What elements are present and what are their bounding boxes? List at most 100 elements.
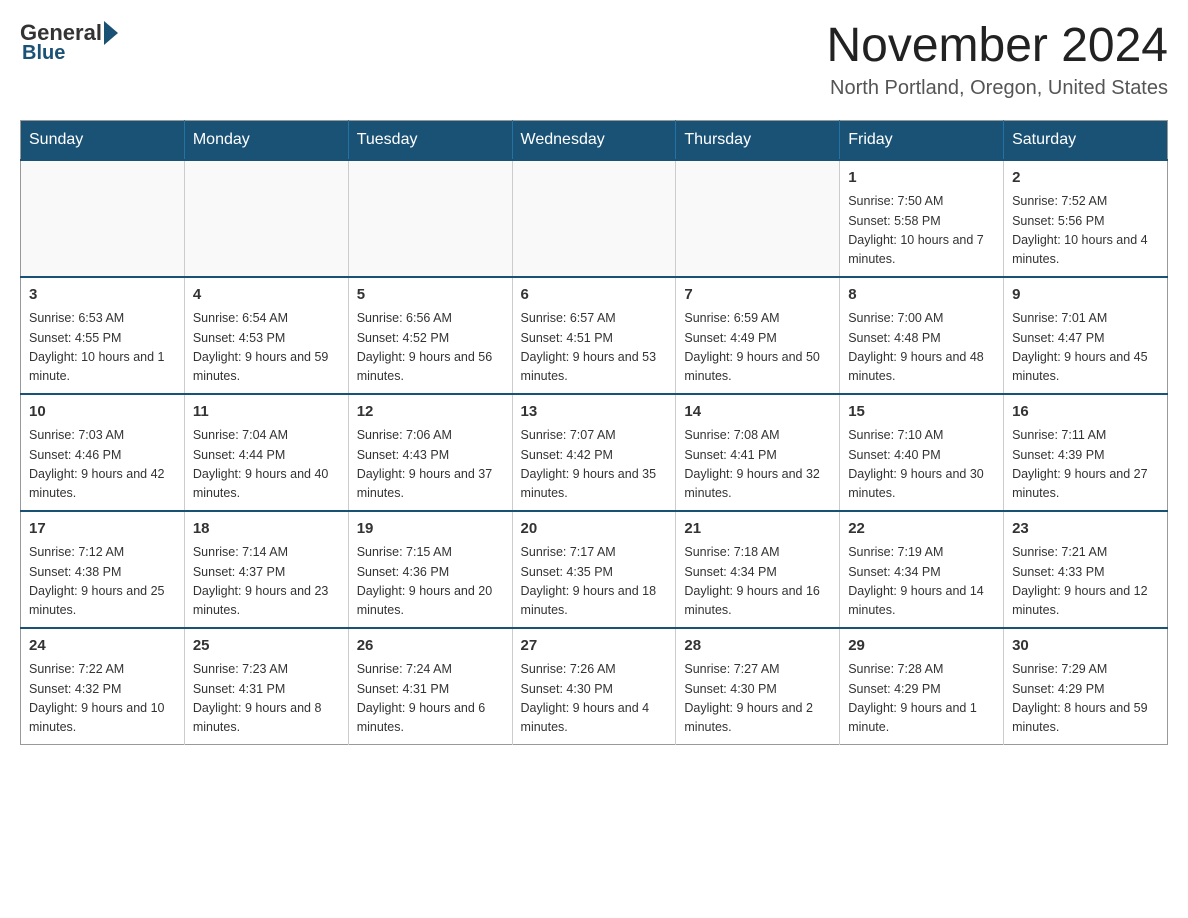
day-number: 8 <box>848 284 995 307</box>
day-info: Sunrise: 7:52 AMSunset: 5:56 PMDaylight:… <box>1012 192 1159 270</box>
calendar-cell <box>21 160 185 277</box>
day-info: Sunrise: 7:08 AMSunset: 4:41 PMDaylight:… <box>684 426 831 504</box>
day-info: Sunrise: 6:54 AMSunset: 4:53 PMDaylight:… <box>193 309 340 387</box>
calendar-table: SundayMondayTuesdayWednesdayThursdayFrid… <box>20 120 1168 745</box>
calendar-cell: 12Sunrise: 7:06 AMSunset: 4:43 PMDayligh… <box>348 394 512 511</box>
day-number: 21 <box>684 518 831 541</box>
day-number: 24 <box>29 635 176 658</box>
calendar-cell: 2Sunrise: 7:52 AMSunset: 5:56 PMDaylight… <box>1004 160 1168 277</box>
calendar-cell: 10Sunrise: 7:03 AMSunset: 4:46 PMDayligh… <box>21 394 185 511</box>
day-info: Sunrise: 7:17 AMSunset: 4:35 PMDaylight:… <box>521 543 668 621</box>
day-info: Sunrise: 7:26 AMSunset: 4:30 PMDaylight:… <box>521 660 668 738</box>
day-info: Sunrise: 7:27 AMSunset: 4:30 PMDaylight:… <box>684 660 831 738</box>
calendar-week-1: 1Sunrise: 7:50 AMSunset: 5:58 PMDaylight… <box>21 160 1168 277</box>
day-number: 15 <box>848 401 995 424</box>
calendar-cell: 15Sunrise: 7:10 AMSunset: 4:40 PMDayligh… <box>840 394 1004 511</box>
calendar-cell <box>676 160 840 277</box>
day-info: Sunrise: 7:11 AMSunset: 4:39 PMDaylight:… <box>1012 426 1159 504</box>
weekday-header-row: SundayMondayTuesdayWednesdayThursdayFrid… <box>21 120 1168 160</box>
day-info: Sunrise: 7:23 AMSunset: 4:31 PMDaylight:… <box>193 660 340 738</box>
day-info: Sunrise: 6:59 AMSunset: 4:49 PMDaylight:… <box>684 309 831 387</box>
calendar-cell: 24Sunrise: 7:22 AMSunset: 4:32 PMDayligh… <box>21 628 185 745</box>
day-info: Sunrise: 7:24 AMSunset: 4:31 PMDaylight:… <box>357 660 504 738</box>
page-title: November 2024 <box>826 20 1168 73</box>
calendar-cell: 20Sunrise: 7:17 AMSunset: 4:35 PMDayligh… <box>512 511 676 628</box>
day-number: 4 <box>193 284 340 307</box>
weekday-header-wednesday: Wednesday <box>512 120 676 160</box>
page-subtitle: North Portland, Oregon, United States <box>826 77 1168 100</box>
day-info: Sunrise: 6:53 AMSunset: 4:55 PMDaylight:… <box>29 309 176 387</box>
calendar-cell: 19Sunrise: 7:15 AMSunset: 4:36 PMDayligh… <box>348 511 512 628</box>
day-info: Sunrise: 7:04 AMSunset: 4:44 PMDaylight:… <box>193 426 340 504</box>
day-number: 10 <box>29 401 176 424</box>
day-number: 18 <box>193 518 340 541</box>
calendar-cell <box>512 160 676 277</box>
calendar-week-3: 10Sunrise: 7:03 AMSunset: 4:46 PMDayligh… <box>21 394 1168 511</box>
day-number: 29 <box>848 635 995 658</box>
day-number: 13 <box>521 401 668 424</box>
day-number: 14 <box>684 401 831 424</box>
day-number: 30 <box>1012 635 1159 658</box>
day-info: Sunrise: 7:07 AMSunset: 4:42 PMDaylight:… <box>521 426 668 504</box>
calendar-cell: 6Sunrise: 6:57 AMSunset: 4:51 PMDaylight… <box>512 277 676 394</box>
day-number: 7 <box>684 284 831 307</box>
calendar-cell: 14Sunrise: 7:08 AMSunset: 4:41 PMDayligh… <box>676 394 840 511</box>
calendar-cell <box>184 160 348 277</box>
day-number: 12 <box>357 401 504 424</box>
day-info: Sunrise: 7:22 AMSunset: 4:32 PMDaylight:… <box>29 660 176 738</box>
calendar-header: SundayMondayTuesdayWednesdayThursdayFrid… <box>21 120 1168 160</box>
day-info: Sunrise: 7:19 AMSunset: 4:34 PMDaylight:… <box>848 543 995 621</box>
calendar-cell: 3Sunrise: 6:53 AMSunset: 4:55 PMDaylight… <box>21 277 185 394</box>
calendar-cell: 16Sunrise: 7:11 AMSunset: 4:39 PMDayligh… <box>1004 394 1168 511</box>
day-number: 23 <box>1012 518 1159 541</box>
weekday-header-tuesday: Tuesday <box>348 120 512 160</box>
calendar-cell: 30Sunrise: 7:29 AMSunset: 4:29 PMDayligh… <box>1004 628 1168 745</box>
day-info: Sunrise: 7:29 AMSunset: 4:29 PMDaylight:… <box>1012 660 1159 738</box>
day-info: Sunrise: 7:50 AMSunset: 5:58 PMDaylight:… <box>848 192 995 270</box>
calendar-body: 1Sunrise: 7:50 AMSunset: 5:58 PMDaylight… <box>21 160 1168 745</box>
day-info: Sunrise: 7:01 AMSunset: 4:47 PMDaylight:… <box>1012 309 1159 387</box>
calendar-cell: 11Sunrise: 7:04 AMSunset: 4:44 PMDayligh… <box>184 394 348 511</box>
day-number: 1 <box>848 167 995 190</box>
calendar-cell: 25Sunrise: 7:23 AMSunset: 4:31 PMDayligh… <box>184 628 348 745</box>
day-info: Sunrise: 7:03 AMSunset: 4:46 PMDaylight:… <box>29 426 176 504</box>
calendar-cell: 13Sunrise: 7:07 AMSunset: 4:42 PMDayligh… <box>512 394 676 511</box>
day-info: Sunrise: 7:15 AMSunset: 4:36 PMDaylight:… <box>357 543 504 621</box>
day-info: Sunrise: 6:57 AMSunset: 4:51 PMDaylight:… <box>521 309 668 387</box>
calendar-cell: 4Sunrise: 6:54 AMSunset: 4:53 PMDaylight… <box>184 277 348 394</box>
day-number: 22 <box>848 518 995 541</box>
logo-blue: Blue <box>20 42 65 65</box>
day-info: Sunrise: 7:00 AMSunset: 4:48 PMDaylight:… <box>848 309 995 387</box>
calendar-cell: 21Sunrise: 7:18 AMSunset: 4:34 PMDayligh… <box>676 511 840 628</box>
day-number: 17 <box>29 518 176 541</box>
weekday-header-thursday: Thursday <box>676 120 840 160</box>
day-info: Sunrise: 7:12 AMSunset: 4:38 PMDaylight:… <box>29 543 176 621</box>
day-number: 6 <box>521 284 668 307</box>
day-number: 28 <box>684 635 831 658</box>
calendar-cell <box>348 160 512 277</box>
weekday-header-saturday: Saturday <box>1004 120 1168 160</box>
page-header: General Blue November 2024 North Portlan… <box>20 20 1168 100</box>
day-info: Sunrise: 7:10 AMSunset: 4:40 PMDaylight:… <box>848 426 995 504</box>
day-info: Sunrise: 7:14 AMSunset: 4:37 PMDaylight:… <box>193 543 340 621</box>
day-info: Sunrise: 7:18 AMSunset: 4:34 PMDaylight:… <box>684 543 831 621</box>
day-info: Sunrise: 6:56 AMSunset: 4:52 PMDaylight:… <box>357 309 504 387</box>
day-number: 11 <box>193 401 340 424</box>
calendar-week-5: 24Sunrise: 7:22 AMSunset: 4:32 PMDayligh… <box>21 628 1168 745</box>
day-number: 5 <box>357 284 504 307</box>
day-info: Sunrise: 7:06 AMSunset: 4:43 PMDaylight:… <box>357 426 504 504</box>
day-number: 25 <box>193 635 340 658</box>
day-number: 20 <box>521 518 668 541</box>
day-number: 3 <box>29 284 176 307</box>
calendar-cell: 9Sunrise: 7:01 AMSunset: 4:47 PMDaylight… <box>1004 277 1168 394</box>
calendar-cell: 1Sunrise: 7:50 AMSunset: 5:58 PMDaylight… <box>840 160 1004 277</box>
day-number: 27 <box>521 635 668 658</box>
logo: General Blue <box>20 20 120 65</box>
day-info: Sunrise: 7:28 AMSunset: 4:29 PMDaylight:… <box>848 660 995 738</box>
calendar-week-2: 3Sunrise: 6:53 AMSunset: 4:55 PMDaylight… <box>21 277 1168 394</box>
calendar-cell: 7Sunrise: 6:59 AMSunset: 4:49 PMDaylight… <box>676 277 840 394</box>
day-number: 16 <box>1012 401 1159 424</box>
calendar-cell: 23Sunrise: 7:21 AMSunset: 4:33 PMDayligh… <box>1004 511 1168 628</box>
day-number: 2 <box>1012 167 1159 190</box>
day-info: Sunrise: 7:21 AMSunset: 4:33 PMDaylight:… <box>1012 543 1159 621</box>
